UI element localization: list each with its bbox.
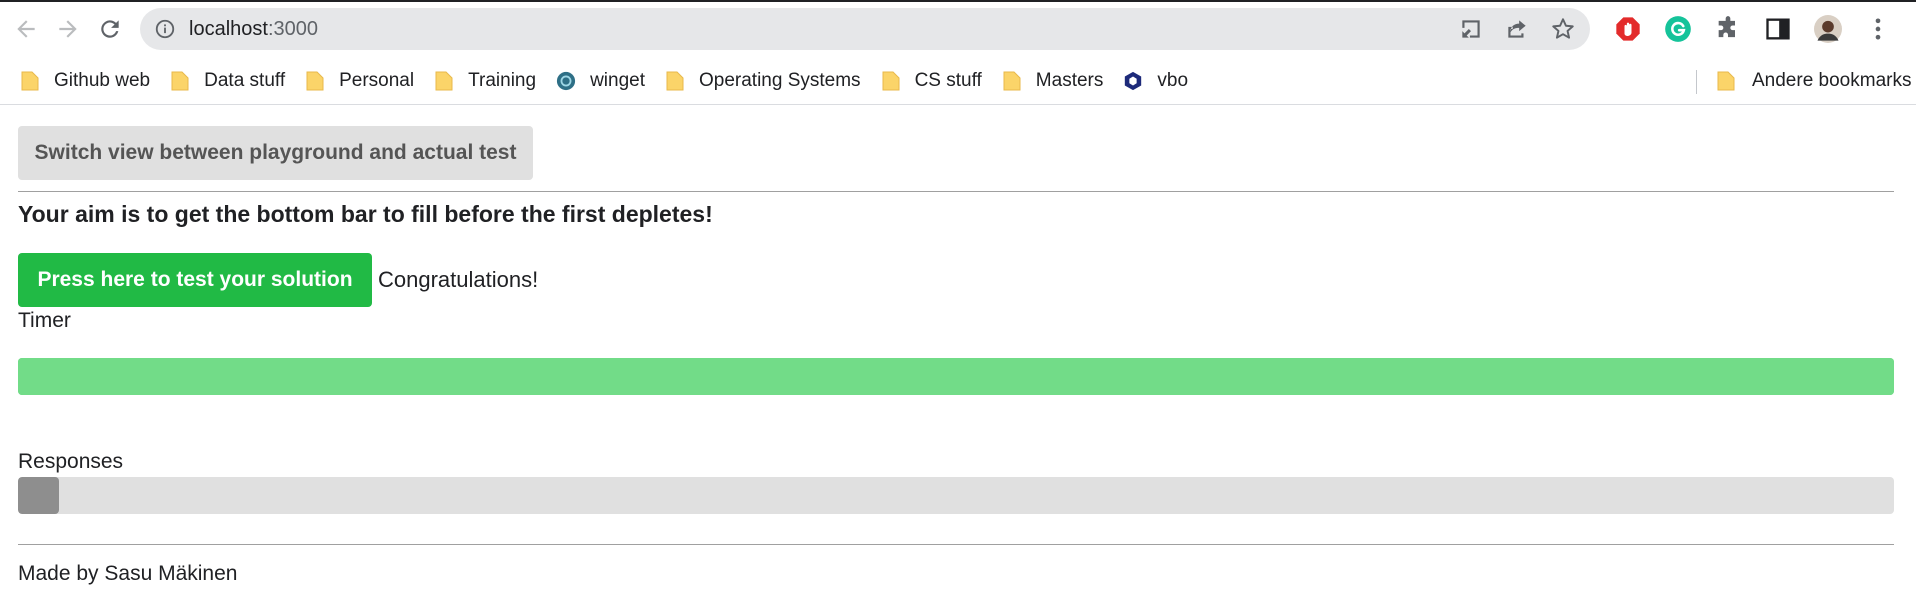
folder-icon [171,71,189,91]
bookmark-github-web[interactable]: Github web [20,70,150,92]
timer-label: Timer [18,309,71,332]
timer-bar [18,358,1894,395]
divider-bottom [18,544,1894,545]
share-icon[interactable] [1504,16,1530,42]
extensions-puzzle-icon[interactable] [1714,15,1742,43]
reload-icon [101,20,119,38]
timer-bar-fill [18,358,1894,395]
install-icon[interactable] [1458,16,1484,42]
address-bar[interactable]: localhost:3000 [140,8,1590,50]
bookmark-label: Training [468,70,537,91]
bookmark-winget[interactable]: winget [556,70,645,92]
bookmark-operating-systems[interactable]: Operating Systems [665,70,861,92]
bookmark-training[interactable]: Training [434,70,536,92]
bookmark-label: CS stuff [914,70,982,91]
reload-button[interactable] [94,13,126,45]
bookmark-label: Masters [1035,70,1104,91]
star-icon[interactable] [1550,16,1576,42]
arrow-right-icon [59,20,77,38]
folder-icon [882,71,900,91]
folder-icon [435,71,453,91]
bookmark-label: Data stuff [204,70,286,91]
folder-icon [1717,71,1735,91]
responses-bar-fill [18,477,60,514]
winget-icon [556,71,576,91]
vbo-icon [1125,71,1142,91]
folder-icon [306,71,324,91]
responses-label: Responses [18,450,124,473]
profile-avatar-icon[interactable] [1814,15,1842,43]
bookmark-cs-stuff[interactable]: CS stuff [881,70,982,92]
aim-heading: Your aim is to get the bottom bar to fil… [18,201,713,227]
bookmark-masters[interactable]: Masters [1002,70,1104,92]
info-icon[interactable] [154,18,176,40]
footer-credit: Made by Sasu Mäkinen [18,562,238,585]
bookmark-label: vbo [1157,70,1189,91]
url-port: :3000 [267,17,318,40]
bookmark-label: winget [590,70,645,91]
browser-toolbar: localhost:3000 [0,0,1916,58]
url-host: localhost [189,17,268,40]
other-bookmarks-label: Andere bookmarks [1752,70,1912,91]
adblock-icon[interactable] [1614,15,1642,43]
test-solution-button[interactable]: Press here to test your solution [18,253,372,307]
url-text[interactable]: localhost:3000 [189,18,318,41]
bookmark-vbo[interactable]: vbo [1123,70,1188,92]
bookmark-personal[interactable]: Personal [305,70,414,92]
forward-button[interactable] [52,13,84,45]
grammarly-icon[interactable] [1664,15,1692,43]
folder-icon [21,71,39,91]
switch-view-button[interactable]: Switch view between playground and actua… [18,126,533,180]
arrow-left-icon [17,20,35,38]
bookmark-label: Github web [54,70,151,91]
folder-icon [1003,71,1021,91]
other-bookmarks-folder[interactable]: Andere bookmarks [1716,58,1911,104]
bookmark-data-stuff[interactable]: Data stuff [170,70,285,92]
bookmark-label: Personal [339,70,415,91]
status-message: Congratulations! [378,267,539,292]
kebab-menu-icon[interactable] [1864,15,1892,43]
bookmarks-separator [1696,70,1697,94]
folder-icon [666,71,684,91]
divider-top [18,191,1894,192]
responses-bar [18,477,1894,514]
back-button[interactable] [10,13,42,45]
bookmarks-bar: Github web Data stuff Personal Training … [0,58,1916,105]
side-panel-icon[interactable] [1764,15,1792,43]
bookmark-label: Operating Systems [698,70,861,91]
